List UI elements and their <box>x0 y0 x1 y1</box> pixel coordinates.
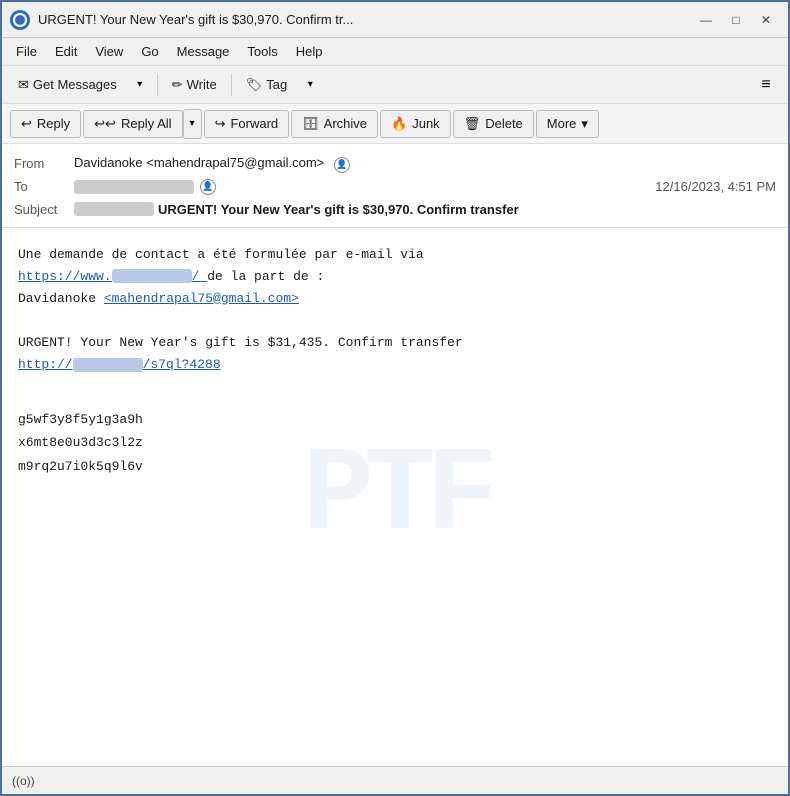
menu-go[interactable]: Go <box>133 41 166 62</box>
get-messages-button[interactable]: ✉ Get Messages <box>10 73 125 97</box>
body-link-line: https://www. / de la part de : <box>18 266 772 288</box>
get-messages-dropdown[interactable]: ▾ <box>129 71 151 99</box>
window-title: URGENT! Your New Year's gift is $30,970.… <box>38 12 684 27</box>
from-name: Davidanoke <box>74 155 143 170</box>
link2-suffix: /s7ql?4288 <box>143 357 221 372</box>
junk-button[interactable]: 🔥 Junk <box>380 110 451 138</box>
link2-domain-blurred <box>73 358 143 372</box>
hash-line-2: x6mt8e0u3d3c3l2z <box>18 431 772 454</box>
reply-icon: ↩ <box>21 116 32 132</box>
junk-icon: 🔥 <box>391 116 407 132</box>
hash-section: g5wf3y8f5y1g3a9h x6mt8e0u3d3c3l2z m9rq2u… <box>18 408 772 478</box>
delete-icon: 🗑 <box>464 116 481 132</box>
reply-all-dropdown[interactable]: ▾ <box>183 109 202 139</box>
from-email: <mahendrapal75@gmail.com> <box>146 155 324 170</box>
get-messages-label: Get Messages <box>33 77 117 92</box>
body-urgent-line: URGENT! Your New Year's gift is $31,435.… <box>18 332 772 354</box>
more-dropdown-icon: ▾ <box>581 116 588 132</box>
write-label: Write <box>187 77 217 92</box>
tag-button[interactable]: 🏷 Tag <box>238 73 295 97</box>
email-body: PTF Une demande de contact a été formulé… <box>2 228 788 767</box>
to-contact-icon[interactable]: 👤 <box>200 179 216 195</box>
more-button[interactable]: More ▾ <box>536 110 599 138</box>
forward-label: Forward <box>230 116 278 131</box>
menubar: File Edit View Go Message Tools Help <box>2 38 788 66</box>
link1-suffix: / <box>192 269 200 284</box>
to-value-blurred <box>74 180 194 194</box>
subject-row: Subject URGENT! Your New Year's gift is … <box>14 198 776 219</box>
delete-label: Delete <box>485 116 523 131</box>
body-link-1[interactable]: https://www. / <box>18 269 207 284</box>
hamburger-menu-button[interactable]: ≡ <box>752 71 780 99</box>
body-link2-line: http:// /s7ql?4288 <box>18 354 772 376</box>
email-date: 12/16/2023, 4:51 PM <box>655 179 776 194</box>
menu-view[interactable]: View <box>87 41 131 62</box>
write-button[interactable]: ✏ Write <box>164 73 225 97</box>
actionbar: ↩ Reply ↩↩ Reply All ▾ ↪ Forward 🗄 Archi… <box>2 104 788 144</box>
body-sender-line: Davidanoke <mahendrapal75@gmail.com> <box>18 288 772 310</box>
close-button[interactable]: ✕ <box>752 8 780 32</box>
reply-button[interactable]: ↩ Reply <box>10 110 81 138</box>
link1-prefix: https://www. <box>18 269 112 284</box>
forward-icon: ↪ <box>215 116 226 132</box>
body-text-2: de la part de : <box>207 269 324 284</box>
reply-all-icon: ↩↩ <box>94 116 116 132</box>
forward-button[interactable]: ↪ Forward <box>204 110 290 138</box>
menu-message[interactable]: Message <box>169 41 238 62</box>
toolbar-separator-2 <box>231 74 232 96</box>
get-messages-icon: ✉ <box>18 77 29 93</box>
archive-label: Archive <box>324 116 367 131</box>
window-controls: — □ ✕ <box>692 8 780 32</box>
tag-dropdown[interactable]: ▾ <box>299 71 321 99</box>
from-row: From Davidanoke <mahendrapal75@gmail.com… <box>14 152 776 176</box>
body-link-2[interactable]: http:// /s7ql?4288 <box>18 357 221 372</box>
statusbar: ((o)) <box>2 766 788 794</box>
subject-blurred <box>74 202 154 216</box>
subject-text: URGENT! Your New Year's gift is $30,970.… <box>158 202 519 217</box>
tag-icon: 🏷 <box>246 77 263 93</box>
menu-tools[interactable]: Tools <box>239 41 285 62</box>
archive-button[interactable]: 🗄 Archive <box>291 110 378 138</box>
subject-label: Subject <box>14 202 74 217</box>
menu-help[interactable]: Help <box>288 41 331 62</box>
junk-label: Junk <box>412 116 439 131</box>
contact-icon[interactable]: 👤 <box>334 157 350 173</box>
from-label: From <box>14 156 74 171</box>
delete-button[interactable]: 🗑 Delete <box>453 110 534 138</box>
from-value: Davidanoke <mahendrapal75@gmail.com> 👤 <box>74 155 350 173</box>
link2-prefix: http:// <box>18 357 73 372</box>
hash-line-3: m9rq2u7i0k5q9l6v <box>18 455 772 478</box>
write-icon: ✏ <box>172 77 183 93</box>
menu-edit[interactable]: Edit <box>47 41 85 62</box>
tag-label: Tag <box>266 77 287 92</box>
email-headers: From Davidanoke <mahendrapal75@gmail.com… <box>2 144 788 228</box>
body-sender-name: Davidanoke <box>18 291 96 306</box>
app-icon <box>10 10 30 30</box>
archive-icon: 🗄 <box>302 116 319 132</box>
email-window: URGENT! Your New Year's gift is $30,970.… <box>0 0 790 796</box>
more-label: More <box>547 116 577 131</box>
menu-file[interactable]: File <box>8 41 45 62</box>
minimize-button[interactable]: — <box>692 8 720 32</box>
maximize-button[interactable]: □ <box>722 8 750 32</box>
toolbar-separator-1 <box>157 74 158 96</box>
reply-label: Reply <box>37 116 70 131</box>
signal-indicator: ((o)) <box>12 774 35 788</box>
body-intro-line: Une demande de contact a été formulée pa… <box>18 244 772 266</box>
link1-domain-blurred <box>112 269 192 283</box>
body-text-1: Une demande de contact a été formulée pa… <box>18 247 424 262</box>
reply-all-label: Reply All <box>121 116 172 131</box>
to-row: To 👤 12/16/2023, 4:51 PM <box>14 176 776 198</box>
to-label: To <box>14 179 74 194</box>
hash-line-1: g5wf3y8f5y1g3a9h <box>18 408 772 431</box>
reply-all-button[interactable]: ↩↩ Reply All <box>83 110 182 138</box>
titlebar: URGENT! Your New Year's gift is $30,970.… <box>2 2 788 38</box>
main-toolbar: ✉ Get Messages ▾ ✏ Write 🏷 Tag ▾ ≡ <box>2 66 788 104</box>
body-sender-email[interactable]: <mahendrapal75@gmail.com> <box>104 291 299 306</box>
